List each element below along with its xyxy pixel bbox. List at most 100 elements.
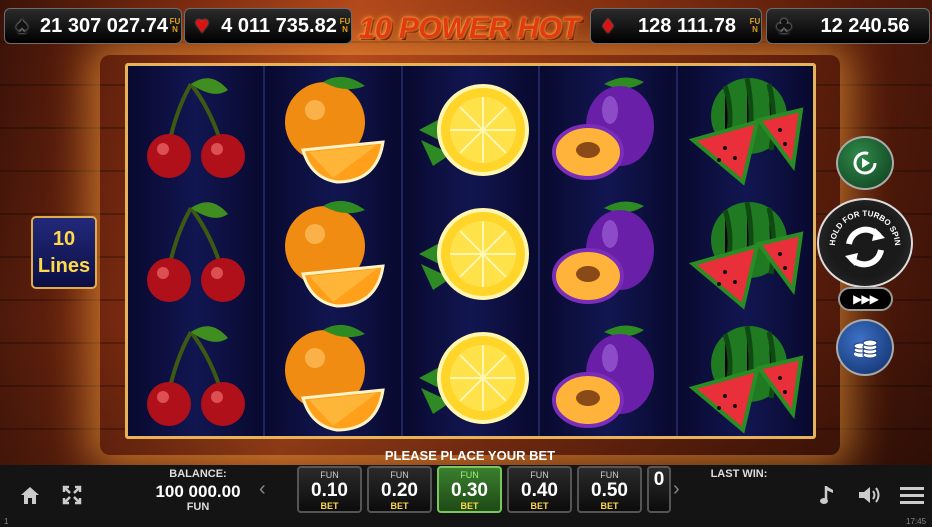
watermelon-icon: [689, 76, 804, 186]
cherry-icon: [146, 77, 245, 178]
bet-value: 0.30: [451, 480, 488, 501]
reel-3: [402, 66, 541, 439]
orange-symbol: [265, 314, 400, 439]
music-note-icon: [820, 486, 833, 504]
lemon-symbol: [403, 66, 538, 191]
bet-option-button[interactable]: FUN 0.10 BET: [297, 466, 362, 513]
jackpot-tag: FUN: [169, 17, 181, 34]
bet-option-button[interactable]: FUN 0.30 BET: [437, 466, 502, 513]
bet-value: 0.40: [521, 480, 558, 501]
reel-2: [265, 66, 403, 439]
balance-value: 100 000.00: [155, 482, 241, 501]
jackpot-value: 4 011 735.82: [221, 14, 337, 37]
jackpot-value: 21 307 027.74: [40, 14, 168, 37]
last-win-label: LAST WIN:: [710, 468, 768, 480]
lemon-icon: [418, 207, 529, 300]
fullscreen-button[interactable]: [58, 481, 86, 509]
menu-button[interactable]: [898, 481, 926, 509]
speaker-icon: [859, 487, 880, 503]
reel-grid: [125, 63, 816, 439]
status-left: 1: [4, 517, 9, 526]
jackpot-value: 128 111.78: [638, 14, 736, 37]
plum-symbol: [540, 66, 675, 191]
bet-option-button[interactable]: FUN 0.40 BET: [507, 466, 572, 513]
plum-icon: [551, 76, 654, 180]
turbo-icon: ▶▶▶: [853, 292, 879, 306]
jackpot-tag: FUN: [339, 17, 351, 34]
spin-button[interactable]: HOLD FOR TURBO SPIN: [817, 198, 913, 288]
bet-unit: BET: [530, 501, 549, 511]
watermelon-icon: [689, 200, 804, 310]
cherry-icon: [146, 201, 245, 302]
bet-unit: BET: [600, 501, 619, 511]
balance-label: BALANCE:: [169, 468, 227, 480]
game-screen: ♠ 21 307 027.74 FUN ♥ 4 011 735.82 FUN 1…: [0, 0, 932, 527]
spade-icon: ♠: [15, 12, 29, 39]
reel-4: [540, 66, 678, 439]
plum-icon: [551, 324, 654, 428]
reel-1: [128, 66, 266, 439]
autoplay-button[interactable]: [836, 136, 894, 190]
lines-badge[interactable]: 10 Lines: [31, 216, 97, 289]
bet-coins-button[interactable]: [836, 319, 894, 376]
watermelon-symbol: [678, 190, 813, 315]
bet-option-button[interactable]: 0: [647, 466, 671, 513]
orange-icon: [285, 324, 385, 432]
spin-arrows-icon: HOLD FOR TURBO SPIN: [828, 209, 902, 268]
bet-option-button[interactable]: FUN 0.20 BET: [367, 466, 432, 513]
jackpot-tag: FUN: [749, 17, 761, 34]
jackpot-club: ♣ 12 240.56: [766, 8, 930, 44]
autoplay-icon: [853, 151, 877, 175]
club-icon: ♣: [776, 12, 792, 39]
bet-scroll-left-icon[interactable]: ‹: [259, 478, 266, 501]
lemon-symbol: [403, 314, 538, 439]
jackpot-value: 12 240.56: [820, 14, 910, 37]
balance-currency: FUN: [186, 501, 210, 513]
plum-symbol: [540, 190, 675, 315]
watermelon-symbol: [678, 314, 813, 439]
bet-value: 0.20: [381, 480, 418, 501]
cherry-icon: [146, 325, 245, 426]
jackpot-heart: ♥ 4 011 735.82 FUN: [184, 8, 352, 44]
heart-icon: ♥: [194, 12, 210, 39]
orange-icon: [285, 76, 385, 184]
orange-symbol: [265, 66, 400, 191]
jackpot-diamond: ♦ 128 111.78 FUN: [590, 8, 762, 44]
game-title: 10 POWER HOT: [358, 12, 580, 45]
bet-value: 0.50: [591, 480, 628, 501]
status-message: PLEASE PLACE YOUR BET: [384, 448, 556, 463]
clock: 17:45: [906, 517, 927, 526]
cherry-symbol: [128, 314, 263, 439]
lemon-symbol: [403, 190, 538, 315]
plum-symbol: [540, 314, 675, 439]
bet-value: 0: [653, 469, 665, 490]
bet-scroll-right-icon[interactable]: ›: [673, 478, 680, 501]
bet-option-button[interactable]: FUN 0.50 BET: [577, 466, 642, 513]
bet-unit: BET: [320, 501, 339, 511]
lines-count: 10: [52, 228, 76, 250]
orange-icon: [285, 200, 385, 308]
lines-label: Lines: [37, 255, 91, 277]
watermelon-icon: [689, 324, 804, 434]
jackpot-spade: ♠ 21 307 027.74 FUN: [4, 8, 182, 44]
lemon-icon: [418, 83, 529, 176]
home-icon: [21, 487, 39, 504]
diamond-icon: ♦: [601, 12, 615, 39]
bet-value: 0.10: [311, 480, 348, 501]
bet-unit: BET: [460, 501, 479, 511]
sound-button[interactable]: [855, 481, 885, 509]
lemon-icon: [418, 331, 529, 424]
fullscreen-icon: [62, 485, 82, 505]
cherry-symbol: [128, 190, 263, 315]
coin-stack-icon: [853, 339, 878, 358]
music-button[interactable]: [815, 481, 841, 509]
cherry-symbol: [128, 66, 263, 191]
bet-unit: BET: [390, 501, 409, 511]
reel-5: [677, 66, 814, 439]
turbo-button[interactable]: ▶▶▶: [838, 287, 893, 311]
home-button[interactable]: [16, 481, 44, 509]
plum-icon: [551, 200, 654, 304]
hamburger-menu-icon: [900, 487, 924, 504]
watermelon-symbol: [678, 66, 813, 191]
orange-symbol: [265, 190, 400, 315]
